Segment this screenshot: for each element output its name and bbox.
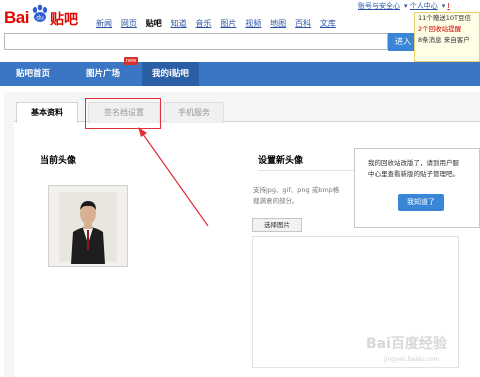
tab-mobile-service[interactable]: 手机服务 bbox=[164, 102, 224, 123]
logo-tieba-text: 贴吧 bbox=[50, 12, 78, 28]
support-line-1: 支持jpg、gif、png 或bmp格 bbox=[253, 186, 340, 194]
nav-map[interactable]: 地图 bbox=[270, 19, 286, 28]
annotation-highlight-box bbox=[85, 98, 161, 129]
svg-text:du: du bbox=[36, 15, 44, 22]
nav-images[interactable]: 图片 bbox=[220, 19, 236, 28]
account-security-link[interactable]: 账号与安全心 bbox=[358, 2, 400, 10]
tab-basic-info[interactable]: 基本资料 bbox=[16, 102, 78, 123]
tieba-navbar: 贴吧首页 图片广场 我的i贴吧 bbox=[0, 62, 480, 86]
navbar-image-square[interactable]: 图片广场 bbox=[86, 62, 120, 86]
support-format-text: 支持jpg、gif、png 或bmp格 裁满意的部分。 bbox=[253, 185, 339, 207]
choose-image-button[interactable]: 选择图片 bbox=[252, 218, 302, 232]
notify-line-recycle[interactable]: 2个回收站提醒 bbox=[418, 24, 479, 35]
avatar bbox=[48, 185, 128, 267]
current-avatar-title: 当前头像 bbox=[40, 156, 77, 166]
nav-tieba[interactable]: 贴吧 bbox=[146, 19, 162, 28]
new-badge: new bbox=[124, 57, 138, 65]
nav-zhidao[interactable]: 知道 bbox=[171, 19, 187, 28]
top-nav: 新闻 网页 贴吧 知道 音乐 图片 视频 地图 百科 文库 bbox=[96, 18, 342, 30]
nav-web[interactable]: 网页 bbox=[121, 19, 137, 28]
extra-link[interactable]: I bbox=[448, 2, 450, 10]
navbar-tieba-home[interactable]: 贴吧首页 bbox=[16, 62, 50, 86]
tabs-divider bbox=[14, 121, 480, 122]
baidu-tieba-logo[interactable]: Bai du 贴吧 bbox=[4, 2, 86, 32]
top-user-links: 账号与安全心 ▾ 个人中心 ▾ I bbox=[358, 2, 450, 10]
popup-line-2: 中心里查看新版的贴子管理吧。 bbox=[368, 170, 459, 178]
nav-video[interactable]: 视频 bbox=[245, 19, 261, 28]
notify-line-gift[interactable]: 11个赠送10T豆信 bbox=[418, 13, 479, 24]
watermark: Bai百度经验 bbox=[366, 336, 447, 352]
nav-baike[interactable]: 百科 bbox=[295, 19, 311, 28]
set-new-avatar-title: 设置新头像 bbox=[258, 156, 304, 166]
avatar-person-image bbox=[49, 186, 127, 266]
navbar-my-tieba[interactable]: 我的i贴吧 bbox=[142, 62, 199, 86]
support-line-2: 裁满意的部分。 bbox=[253, 197, 299, 205]
paw-icon: du bbox=[32, 4, 48, 22]
notification-panel: 11个赠送10T豆信 2个回收站提醒 8条消息 来自客户 bbox=[414, 12, 480, 62]
got-it-button[interactable]: 我知道了 bbox=[398, 194, 444, 211]
personal-center-link[interactable]: 个人中心 bbox=[410, 2, 438, 10]
nav-wenku[interactable]: 文库 bbox=[320, 19, 336, 28]
nav-music[interactable]: 音乐 bbox=[196, 19, 212, 28]
search-input[interactable] bbox=[4, 33, 388, 50]
notify-line-messages[interactable]: 8条消息 来自客户 bbox=[418, 35, 479, 46]
watermark-url: jingyan.baidu.com bbox=[384, 356, 440, 363]
popup-line-1: 我的回收站改版了，请到用户服 bbox=[368, 159, 459, 167]
logo-bai-text: Bai bbox=[4, 8, 29, 27]
popup-message: 我的回收站改版了，请到用户服 中心里查看新版的贴子管理吧。 bbox=[368, 158, 480, 180]
nav-news[interactable]: 新闻 bbox=[96, 19, 112, 28]
